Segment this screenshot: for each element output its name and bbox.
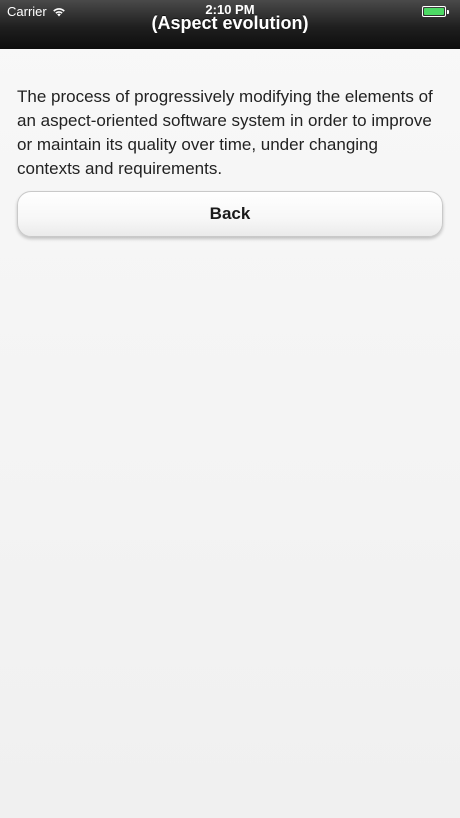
navigation-bar: Carrier 2:10 PM (Aspect evolution): [0, 0, 460, 49]
back-button[interactable]: Back: [17, 191, 443, 237]
definition-text: The process of progressively modifying t…: [17, 87, 433, 178]
page-title: (Aspect evolution): [151, 13, 309, 33]
